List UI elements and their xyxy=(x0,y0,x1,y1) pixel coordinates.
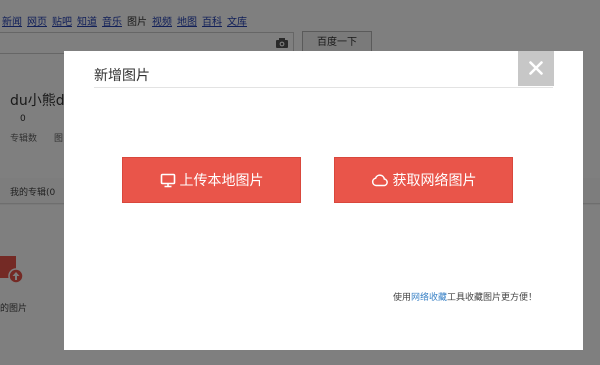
watermark-url: jingyan.baidu.com xyxy=(486,336,570,346)
close-icon xyxy=(529,61,543,75)
cloud-icon xyxy=(371,174,388,187)
fetch-web-image-button[interactable]: 获取网络图片 xyxy=(334,157,513,203)
baidu-jingyan-watermark: Baidu经验 xyxy=(464,313,579,339)
upload-local-image-button[interactable]: 上传本地图片 xyxy=(122,157,301,203)
web-collect-link[interactable]: 网络收藏 xyxy=(411,293,447,303)
web-button-label: 获取网络图片 xyxy=(392,173,477,189)
title-divider xyxy=(94,87,553,88)
monitor-icon xyxy=(160,173,175,187)
upload-button-label: 上传本地图片 xyxy=(179,173,264,189)
collect-tip: 使用网络收藏工具收藏图片更方便！ xyxy=(393,290,537,303)
close-button[interactable] xyxy=(518,51,554,86)
tip-prefix: 使用 xyxy=(392,293,411,303)
dialog-title: 新增图片 xyxy=(94,68,150,84)
tip-suffix: 工具收藏图片更方便！ xyxy=(446,293,537,303)
